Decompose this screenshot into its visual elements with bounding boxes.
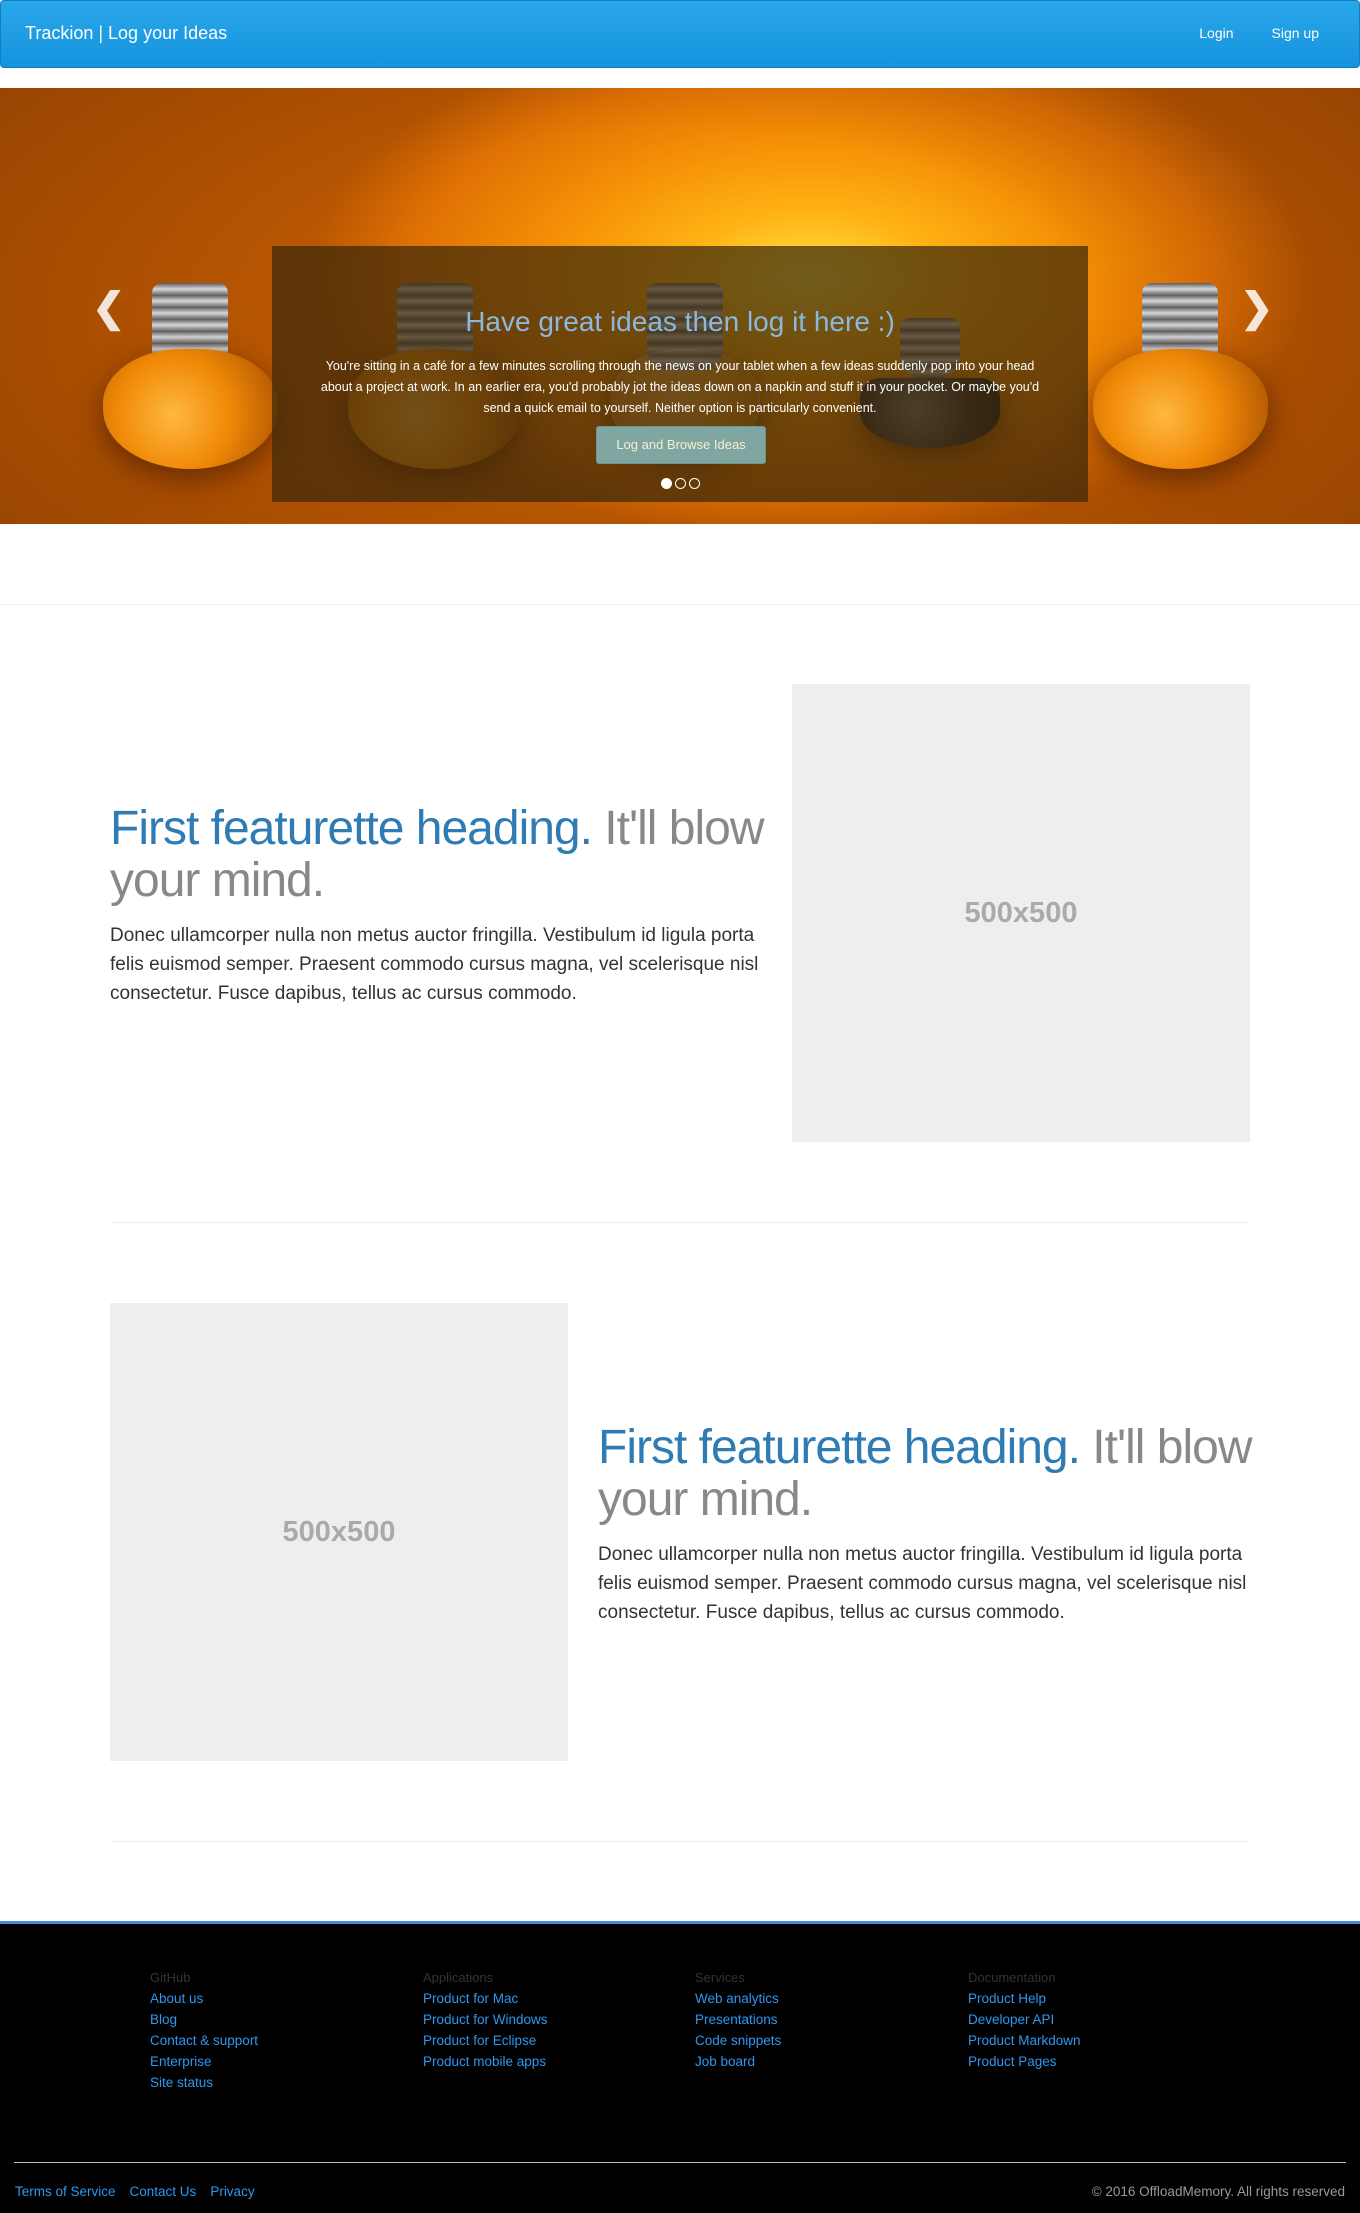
footer-divider	[14, 2162, 1346, 2163]
hero-heading: Have great ideas then log it here :)	[465, 306, 895, 337]
login-link[interactable]: Login	[1199, 25, 1233, 41]
footer-link-site-status[interactable]: Site status	[150, 2072, 410, 2093]
footer-link-web-analytics[interactable]: Web analytics	[695, 1988, 955, 2009]
footer-link-blog[interactable]: Blog	[150, 2009, 410, 2030]
featurette-heading: First featurette heading. It'll blow you…	[110, 803, 770, 907]
image-placeholder-label: 500x500	[282, 1515, 396, 1548]
featurette-2-text: First featurette heading. It'll blow you…	[598, 1422, 1258, 1627]
privacy-link[interactable]: Privacy	[210, 2184, 254, 2199]
featurette-2-image: 500x500	[110, 1303, 568, 1761]
featurette-heading: First featurette heading. It'll blow you…	[598, 1422, 1258, 1526]
footer-link-product-markdown[interactable]: Product Markdown	[968, 2030, 1228, 2051]
footer-column-github: GitHub About us Blog Contact & support E…	[150, 1967, 410, 2093]
copyright-text: © 2016 OffloadMemory. All rights reserve…	[1091, 2184, 1345, 2199]
footer-column-title: GitHub	[150, 1970, 191, 1985]
top-navbar: Trackion | Log your Ideas Login Sign up	[0, 0, 1360, 68]
contact-us-link[interactable]: Contact Us	[130, 2184, 197, 2199]
brand-link[interactable]: Trackion | Log your Ideas	[25, 23, 227, 44]
site-footer: GitHub About us Blog Contact & support E…	[0, 1921, 1360, 2213]
footer-link-product-help[interactable]: Product Help	[968, 1988, 1228, 2009]
footer-link-presentations[interactable]: Presentations	[695, 2009, 955, 2030]
chevron-left-icon[interactable]: ❮	[92, 288, 126, 328]
log-ideas-button[interactable]: Log and Browse Ideas	[596, 426, 766, 464]
featurette-divider	[110, 1222, 1250, 1223]
carousel-indicator[interactable]	[660, 478, 672, 489]
footer-column-services: Services Web analytics Presentations Cod…	[695, 1967, 955, 2072]
carousel-caption: Have great ideas then log it here :) You…	[272, 246, 1088, 502]
footer-link-about[interactable]: About us	[150, 1988, 410, 2009]
footer-column-title: Documentation	[968, 1970, 1056, 1985]
nav-links: Login Sign up	[1199, 25, 1319, 41]
footer-link-mobile-apps[interactable]: Product mobile apps	[423, 2051, 683, 2072]
featurette-heading-accent: First featurette heading.	[110, 802, 593, 855]
footer-link-windows[interactable]: Product for Windows	[423, 2009, 683, 2030]
footer-column-title: Services	[695, 1970, 745, 1985]
footer-legal-links: Terms of Service Contact Us Privacy	[15, 2184, 255, 2199]
featurette-1-image: 500x500	[792, 684, 1250, 1142]
section-divider	[0, 604, 1360, 605]
footer-link-code-snippets[interactable]: Code snippets	[695, 2030, 955, 2051]
carousel-indicator[interactable]	[674, 478, 686, 489]
footer-link-enterprise[interactable]: Enterprise	[150, 2051, 410, 2072]
footer-link-mac[interactable]: Product for Mac	[423, 1988, 683, 2009]
hero-carousel: ❮ ❯ Have great ideas then log it here :)…	[0, 88, 1360, 524]
footer-link-eclipse[interactable]: Product for Eclipse	[423, 2030, 683, 2051]
footer-column-documentation: Documentation Product Help Developer API…	[968, 1967, 1228, 2072]
chevron-right-icon[interactable]: ❯	[1240, 288, 1274, 328]
footer-link-job-board[interactable]: Job board	[695, 2051, 955, 2072]
featurette-body: Donec ullamcorper nulla non metus auctor…	[598, 1544, 1247, 1623]
footer-column-applications: Applications Product for Mac Product for…	[423, 1967, 683, 2072]
featurette-heading-accent: First featurette heading.	[598, 1421, 1081, 1474]
carousel-indicator[interactable]	[688, 478, 700, 489]
footer-link-contact-support[interactable]: Contact & support	[150, 2030, 410, 2051]
footer-link-developer-api[interactable]: Developer API	[968, 2009, 1228, 2030]
signup-link[interactable]: Sign up	[1272, 25, 1319, 41]
featurette-1-text: First featurette heading. It'll blow you…	[110, 803, 770, 1008]
footer-column-title: Applications	[423, 1970, 494, 1985]
featurette-body: Donec ullamcorper nulla non metus auctor…	[110, 925, 759, 1004]
carousel-indicators	[272, 478, 1088, 489]
featurette-divider	[110, 1841, 1250, 1842]
hero-body: You're sitting in a café for a few minut…	[320, 359, 1040, 415]
footer-link-product-pages[interactable]: Product Pages	[968, 2051, 1228, 2072]
image-placeholder-label: 500x500	[964, 896, 1078, 929]
terms-of-service-link[interactable]: Terms of Service	[15, 2184, 116, 2199]
